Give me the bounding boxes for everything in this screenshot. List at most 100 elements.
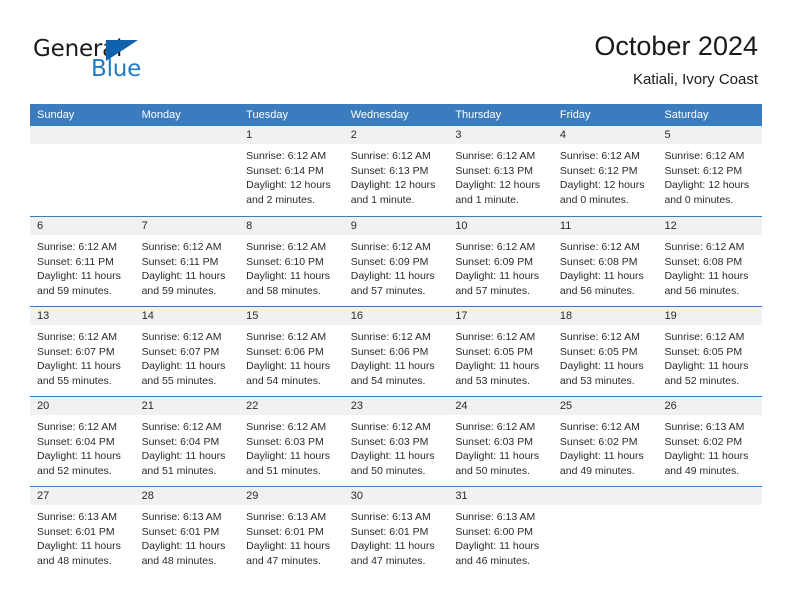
day-number-band: 25 bbox=[552, 397, 658, 415]
day-cell-5[interactable]: 5 Sunrise: 6:12 AM Sunset: 6:12 PM Daylight… bbox=[657, 126, 763, 216]
day-cell-empty bbox=[657, 487, 763, 576]
day-detail-line: Sunset: 6:01 PM bbox=[350, 525, 429, 538]
day-cell-11[interactable]: 11 Sunrise: 6:12 AM Sunset: 6:08 PM Dayligh… bbox=[552, 217, 658, 306]
day-number: 6 bbox=[37, 220, 44, 232]
day-detail-line: Sunrise: 6:12 AM bbox=[455, 331, 536, 343]
day-cell-13[interactable]: 13 Sunrise: 6:12 AM Sunset: 6:07 PM Dayligh… bbox=[30, 307, 135, 396]
day-detail-line: Sunrise: 6:12 AM bbox=[559, 421, 640, 433]
day-cell-9[interactable]: 9 Sunrise: 6:12 AM Sunset: 6:09 PM Daylight… bbox=[343, 217, 449, 306]
day-detail-line: Sunrise: 6:13 AM bbox=[37, 511, 117, 523]
day-details: Sunrise: 6:12 AM Sunset: 6:10 PM Daylight:… bbox=[239, 235, 344, 298]
day-detail-line: Daylight: 12 hours bbox=[455, 179, 540, 191]
day-cell-14[interactable]: 14 Sunrise: 6:12 AM Sunset: 6:07 PM Dayligh… bbox=[134, 307, 240, 396]
day-detail-line: Daylight: 12 hours bbox=[246, 179, 331, 191]
day-detail-line: Daylight: 11 hours bbox=[246, 360, 331, 372]
day-number-band bbox=[134, 126, 240, 144]
day-detail-line: Daylight: 11 hours bbox=[37, 450, 121, 462]
day-detail-line: and 49 minutes. bbox=[559, 464, 635, 477]
day-cell-8[interactable]: 8 Sunrise: 6:12 AM Sunset: 6:10 PM Daylight… bbox=[239, 217, 344, 306]
day-detail-line: and 1 minute. bbox=[455, 193, 519, 206]
day-number: 22 bbox=[246, 400, 259, 412]
day-detail-line: Sunrise: 6:12 AM bbox=[350, 421, 431, 433]
day-cell-12[interactable]: 12 Sunrise: 6:12 AM Sunset: 6:08 PM Dayligh… bbox=[657, 217, 763, 306]
day-cell-19[interactable]: 19 Sunrise: 6:12 AM Sunset: 6:05 PM Dayligh… bbox=[657, 307, 763, 396]
day-detail-line: Daylight: 11 hours bbox=[664, 360, 749, 372]
day-detail-line: Sunrise: 6:12 AM bbox=[350, 331, 431, 343]
day-detail-line: Sunrise: 6:12 AM bbox=[37, 241, 117, 253]
day-detail-line: and 48 minutes. bbox=[141, 554, 217, 567]
day-cell-25[interactable]: 25 Sunrise: 6:12 AM Sunset: 6:02 PM Dayligh… bbox=[552, 397, 658, 486]
day-detail-line: Daylight: 11 hours bbox=[350, 450, 435, 462]
day-cell-3[interactable]: 3 Sunrise: 6:12 AM Sunset: 6:13 PM Daylight… bbox=[448, 126, 553, 216]
day-cell-28[interactable]: 28 Sunrise: 6:13 AM Sunset: 6:01 PM Dayligh… bbox=[134, 487, 240, 576]
day-cell-4[interactable]: 4 Sunrise: 6:12 AM Sunset: 6:12 PM Daylight… bbox=[552, 126, 658, 216]
day-detail-line: Daylight: 11 hours bbox=[455, 360, 540, 372]
day-detail-line: Sunset: 6:05 PM bbox=[664, 345, 743, 358]
day-number-band bbox=[657, 487, 763, 505]
day-cell-22[interactable]: 22 Sunrise: 6:12 AM Sunset: 6:03 PM Dayligh… bbox=[239, 397, 344, 486]
day-detail-line: Sunset: 6:09 PM bbox=[350, 255, 429, 268]
day-details: Sunrise: 6:12 AM Sunset: 6:09 PM Daylight:… bbox=[448, 235, 553, 298]
day-number: 25 bbox=[559, 400, 573, 412]
day-detail-line: and 54 minutes. bbox=[246, 374, 321, 387]
day-cell-31[interactable]: 31 Sunrise: 6:13 AM Sunset: 6:00 PM Dayligh… bbox=[448, 487, 553, 576]
day-number: 23 bbox=[350, 400, 363, 412]
day-details: Sunrise: 6:13 AM Sunset: 6:01 PM Daylight:… bbox=[239, 505, 344, 568]
day-detail-line: Daylight: 11 hours bbox=[664, 270, 749, 282]
day-detail-line: Daylight: 11 hours bbox=[559, 450, 644, 462]
day-details: Sunrise: 6:13 AM Sunset: 6:01 PM Daylight:… bbox=[344, 505, 449, 568]
day-cell-26[interactable]: 26 Sunrise: 6:13 AM Sunset: 6:02 PM Dayligh… bbox=[657, 397, 763, 486]
day-details: Sunrise: 6:12 AM Sunset: 6:12 PM Daylight:… bbox=[657, 144, 762, 207]
day-detail-line: Sunset: 6:03 PM bbox=[350, 435, 429, 448]
day-number-band: 29 bbox=[239, 487, 344, 505]
day-cell-16[interactable]: 16 Sunrise: 6:12 AM Sunset: 6:06 PM Dayligh… bbox=[343, 307, 449, 396]
day-number: 16 bbox=[350, 310, 363, 322]
day-number: 13 bbox=[37, 310, 50, 322]
day-cell-2[interactable]: 2 Sunrise: 6:12 AM Sunset: 6:13 PM Daylight… bbox=[343, 126, 449, 216]
day-number-band: 5 bbox=[657, 126, 763, 144]
day-cell-20[interactable]: 20 Sunrise: 6:12 AM Sunset: 6:04 PM Dayligh… bbox=[30, 397, 135, 486]
day-detail-line: Sunrise: 6:13 AM bbox=[141, 511, 222, 523]
day-cell-21[interactable]: 21 Sunrise: 6:12 AM Sunset: 6:04 PM Dayligh… bbox=[134, 397, 240, 486]
day-number-band: 30 bbox=[343, 487, 449, 505]
day-detail-line: Sunset: 6:08 PM bbox=[559, 255, 638, 268]
day-details: Sunrise: 6:13 AM Sunset: 6:01 PM Daylight:… bbox=[30, 505, 135, 568]
day-cell-7[interactable]: 7 Sunrise: 6:12 AM Sunset: 6:11 PM Daylight… bbox=[134, 217, 240, 306]
day-number-band: 31 bbox=[448, 487, 553, 505]
day-number-band: 13 bbox=[30, 307, 135, 325]
weekday-header-thursday: Thursday bbox=[455, 109, 502, 121]
day-details: Sunrise: 6:12 AM Sunset: 6:09 PM Daylight:… bbox=[344, 235, 449, 298]
day-detail-line: Sunrise: 6:13 AM bbox=[350, 511, 431, 523]
day-detail-line: and 52 minutes. bbox=[664, 374, 740, 387]
day-number: 8 bbox=[246, 220, 253, 232]
day-cell-27[interactable]: 27 Sunrise: 6:13 AM Sunset: 6:01 PM Dayligh… bbox=[30, 487, 135, 576]
day-detail-line: Daylight: 12 hours bbox=[664, 179, 750, 191]
day-detail-line: Sunset: 6:11 PM bbox=[141, 255, 219, 268]
day-cell-empty bbox=[30, 126, 135, 216]
day-number: 17 bbox=[455, 310, 468, 322]
day-number-band: 8 bbox=[239, 217, 344, 235]
day-details: Sunrise: 6:12 AM Sunset: 6:06 PM Daylight:… bbox=[239, 325, 344, 388]
day-cell-29[interactable]: 29 Sunrise: 6:13 AM Sunset: 6:01 PM Dayligh… bbox=[239, 487, 344, 576]
day-cell-17[interactable]: 17 Sunrise: 6:12 AM Sunset: 6:05 PM Dayligh… bbox=[448, 307, 553, 396]
day-detail-line: Daylight: 11 hours bbox=[141, 360, 226, 372]
day-number: 31 bbox=[455, 490, 468, 502]
day-detail-line: Sunset: 6:07 PM bbox=[141, 345, 220, 358]
day-number: 7 bbox=[141, 220, 148, 232]
day-cell-23[interactable]: 23 Sunrise: 6:12 AM Sunset: 6:03 PM Dayligh… bbox=[343, 397, 449, 486]
general-blue-logo[interactable]: General Blue bbox=[33, 36, 203, 84]
day-cell-15[interactable]: 15 Sunrise: 6:12 AM Sunset: 6:06 PM Dayligh… bbox=[239, 307, 344, 396]
day-cell-1[interactable]: 1 Sunrise: 6:12 AM Sunset: 6:14 PM Daylight… bbox=[239, 126, 344, 216]
day-detail-line: Sunrise: 6:12 AM bbox=[141, 331, 222, 343]
day-detail-line: Sunset: 6:05 PM bbox=[455, 345, 533, 358]
day-details: Sunrise: 6:12 AM Sunset: 6:11 PM Daylight:… bbox=[135, 235, 240, 298]
day-number-band: 21 bbox=[134, 397, 240, 415]
day-cell-24[interactable]: 24 Sunrise: 6:12 AM Sunset: 6:03 PM Dayligh… bbox=[448, 397, 553, 486]
day-cell-30[interactable]: 30 Sunrise: 6:13 AM Sunset: 6:01 PM Dayligh… bbox=[343, 487, 449, 576]
day-details: Sunrise: 6:12 AM Sunset: 6:08 PM Daylight:… bbox=[553, 235, 658, 298]
day-cell-6[interactable]: 6 Sunrise: 6:12 AM Sunset: 6:11 PM Daylight… bbox=[30, 217, 135, 306]
day-cell-18[interactable]: 18 Sunrise: 6:12 AM Sunset: 6:05 PM Dayligh… bbox=[552, 307, 658, 396]
calendar-week-row: 6 Sunrise: 6:12 AM Sunset: 6:11 PM Daylight… bbox=[30, 216, 763, 306]
day-cell-10[interactable]: 10 Sunrise: 6:12 AM Sunset: 6:09 PM Dayligh… bbox=[448, 217, 553, 306]
day-details: Sunrise: 6:13 AM Sunset: 6:01 PM Daylight:… bbox=[135, 505, 240, 568]
